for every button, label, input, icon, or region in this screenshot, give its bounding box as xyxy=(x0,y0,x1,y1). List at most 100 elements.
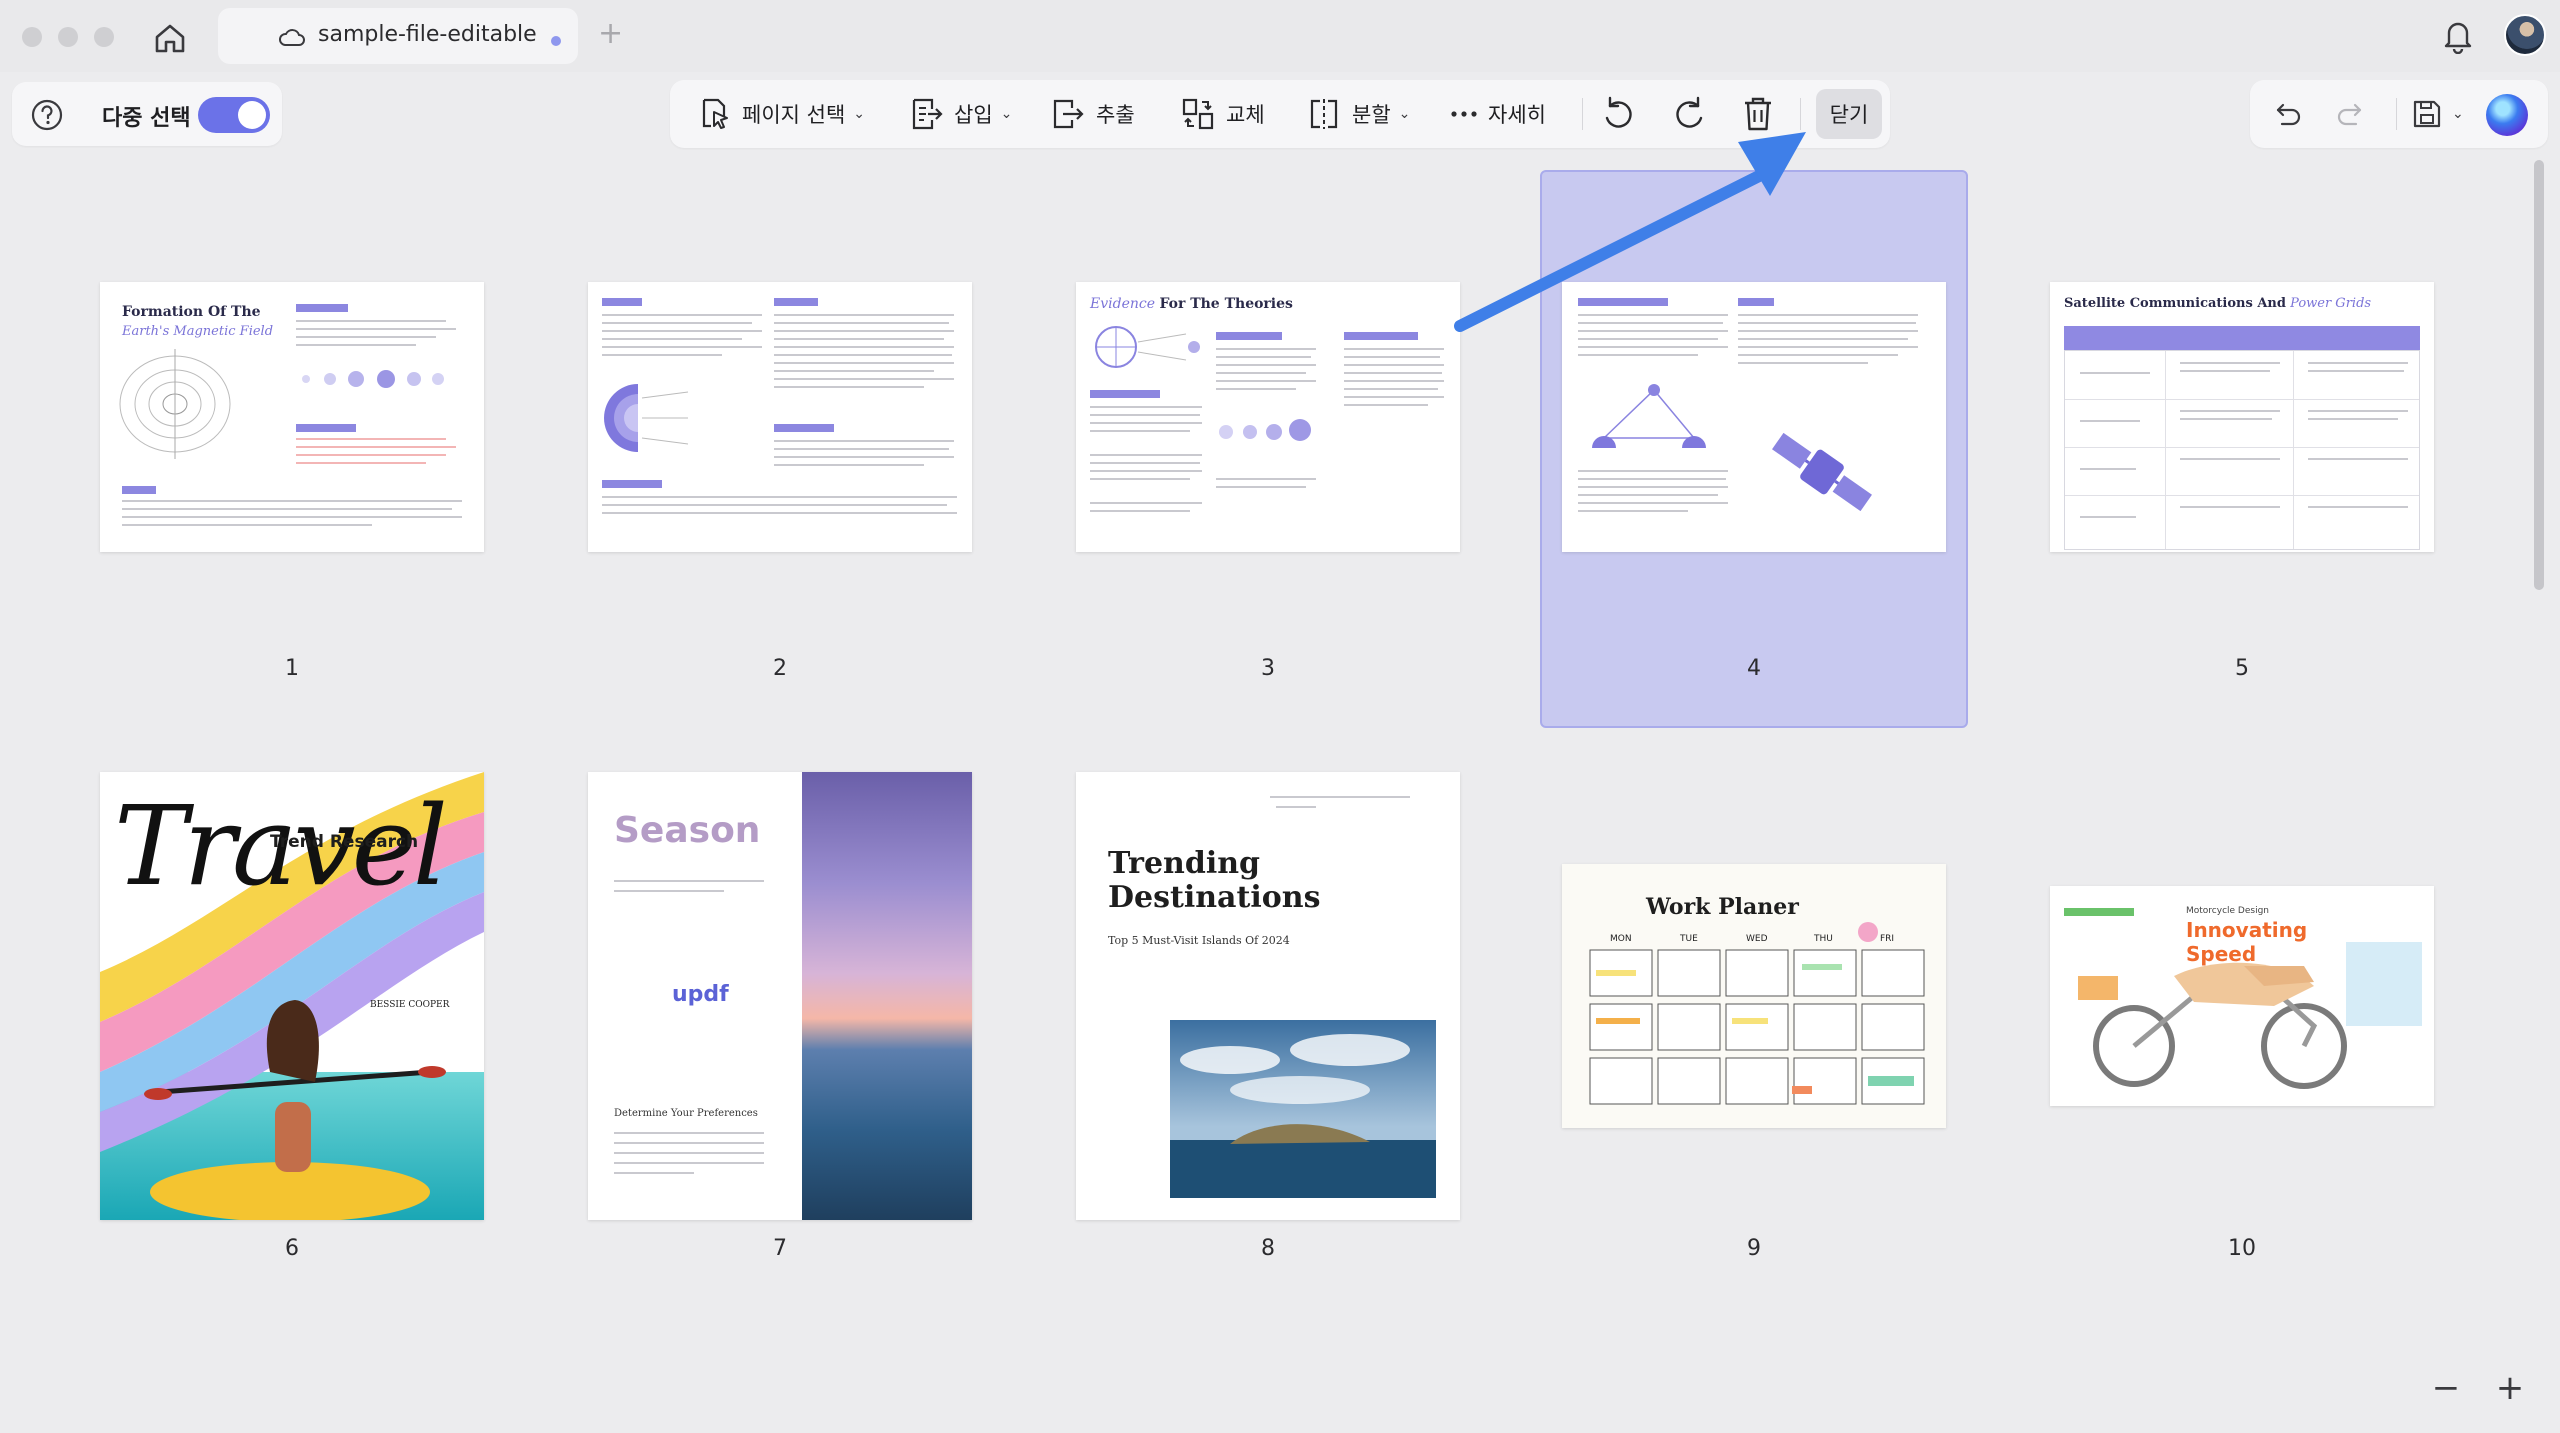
moon-phase-row xyxy=(1219,419,1311,441)
title-bar: sample-file-editable + xyxy=(0,0,2560,72)
insert-icon xyxy=(912,98,943,130)
redo-button[interactable] xyxy=(2334,80,2368,148)
text-line xyxy=(1578,494,1718,496)
text-line xyxy=(1090,502,1202,504)
text-line xyxy=(774,456,954,458)
window-close-dot[interactable] xyxy=(22,27,42,47)
split-label: 분할 xyxy=(1352,103,1391,127)
multi-select-toggle[interactable] xyxy=(198,97,270,133)
page-number-8: 8 xyxy=(1261,1236,1275,1261)
new-tab-button[interactable]: + xyxy=(598,14,623,54)
text-line xyxy=(296,446,456,448)
page-thumbnail-4[interactable] xyxy=(1562,282,1946,552)
window-zoom-dot[interactable] xyxy=(94,27,114,47)
home-icon[interactable] xyxy=(150,18,190,58)
redo-icon xyxy=(2337,103,2362,126)
page-thumbnail-2[interactable] xyxy=(588,282,972,552)
text-line xyxy=(774,354,952,356)
page-thumbnail-10[interactable]: Motorcycle Design Innovating Speed xyxy=(2050,886,2434,1106)
save-button[interactable]: ⌄ xyxy=(2410,80,2464,148)
text-line xyxy=(1216,348,1316,350)
island-photo xyxy=(1170,1020,1436,1198)
page5-title-italic: Power Grids xyxy=(2290,296,2372,311)
magnetic-field-diagram xyxy=(119,349,231,459)
help-icon[interactable] xyxy=(30,98,64,136)
zoom-in-button[interactable]: + xyxy=(2482,1360,2538,1416)
text-line xyxy=(1738,354,1898,356)
page-thumbnail-9[interactable]: Work Planer MON TUE WED THU FRI xyxy=(1562,864,1946,1128)
text-line xyxy=(774,362,954,364)
text-line xyxy=(296,344,416,346)
text-line xyxy=(1738,362,1868,364)
ai-assistant-icon[interactable] xyxy=(2486,94,2528,136)
sunset-photo xyxy=(802,772,972,1220)
text-line xyxy=(1090,510,1190,512)
text-line xyxy=(296,328,456,330)
page-thumbnail-7[interactable]: Season updf Determine Your Preferences xyxy=(588,772,972,1220)
text-line xyxy=(1216,388,1296,390)
toggle-knob xyxy=(238,101,266,129)
text-line xyxy=(2308,418,2398,420)
page-thumbnail-3[interactable]: Evidence For The Theories xyxy=(1076,282,1460,552)
text-line xyxy=(1090,430,1190,432)
text-line xyxy=(614,890,724,892)
day-thu: THU xyxy=(1814,934,1833,944)
table-body xyxy=(2064,350,2420,550)
vertical-scrollbar[interactable] xyxy=(2534,160,2544,590)
text-line xyxy=(602,330,762,332)
page10-badge xyxy=(2064,908,2134,916)
close-button[interactable]: 닫기 xyxy=(1816,89,1882,139)
text-line xyxy=(1578,486,1728,488)
history-bar: ⌄ xyxy=(2250,80,2548,148)
rotate-left-icon xyxy=(1605,96,1632,128)
page3-badge xyxy=(1344,332,1418,340)
table-header xyxy=(2064,326,2420,350)
text-line xyxy=(774,378,954,380)
delete-button[interactable] xyxy=(1740,80,1776,148)
page8-title-line1: Trending xyxy=(1108,846,1261,881)
page7-brand: updf xyxy=(672,982,729,1007)
satellite-illustration xyxy=(1772,432,1872,512)
page4-badge xyxy=(1578,298,1668,306)
text-line xyxy=(1090,454,1202,456)
text-line xyxy=(2180,370,2270,372)
split-button[interactable]: 분할 ⌄ xyxy=(1306,80,1410,148)
insert-label: 삽입 xyxy=(954,103,993,127)
text-line xyxy=(1216,364,1316,366)
sticker xyxy=(1858,922,1878,942)
undo-button[interactable] xyxy=(2270,80,2304,148)
page7-title: Season xyxy=(614,810,761,851)
day-tue: TUE xyxy=(1680,934,1698,944)
text-line xyxy=(296,438,446,440)
page-select-icon xyxy=(702,98,728,129)
extract-button[interactable]: 추출 xyxy=(1050,80,1135,148)
window-minimize-dot[interactable] xyxy=(58,27,78,47)
text-line xyxy=(2180,418,2272,420)
text-line xyxy=(1344,396,1444,398)
zoom-out-button[interactable]: − xyxy=(2418,1360,2474,1416)
bell-icon[interactable] xyxy=(2440,16,2476,58)
insert-button[interactable]: 삽입 ⌄ xyxy=(908,80,1012,148)
page-thumbnail-1[interactable]: Formation Of The Earth's Magnetic Field xyxy=(100,282,484,552)
page-thumbnail-6[interactable]: Travel Trend Research BESSIE COOPER xyxy=(100,772,484,1220)
rotate-right-button[interactable] xyxy=(1670,80,1710,148)
page2-badge xyxy=(774,424,834,432)
more-button[interactable]: 자세히 xyxy=(1450,80,1546,148)
text-line xyxy=(1578,338,1718,340)
text-line xyxy=(2080,420,2140,422)
text-line xyxy=(774,346,954,348)
avatar[interactable] xyxy=(2504,14,2546,56)
day-wed: WED xyxy=(1746,934,1768,944)
page-thumbnail-8[interactable]: Trending Destinations Top 5 Must-Visit I… xyxy=(1076,772,1460,1220)
text-line xyxy=(1344,388,1438,390)
page-thumbnail-5[interactable]: Satellite Communications And Power Grids xyxy=(2050,282,2434,552)
document-tab[interactable]: sample-file-editable xyxy=(218,8,578,64)
rotate-left-button[interactable] xyxy=(1598,80,1638,148)
text-line xyxy=(602,322,752,324)
text-line xyxy=(1738,346,1918,348)
page-number-10: 10 xyxy=(2228,1236,2256,1261)
page-select-button[interactable]: 페이지 선택 ⌄ xyxy=(696,80,865,148)
text-line xyxy=(614,1172,694,1174)
text-line xyxy=(1090,462,1200,464)
replace-button[interactable]: 교체 xyxy=(1180,80,1265,148)
